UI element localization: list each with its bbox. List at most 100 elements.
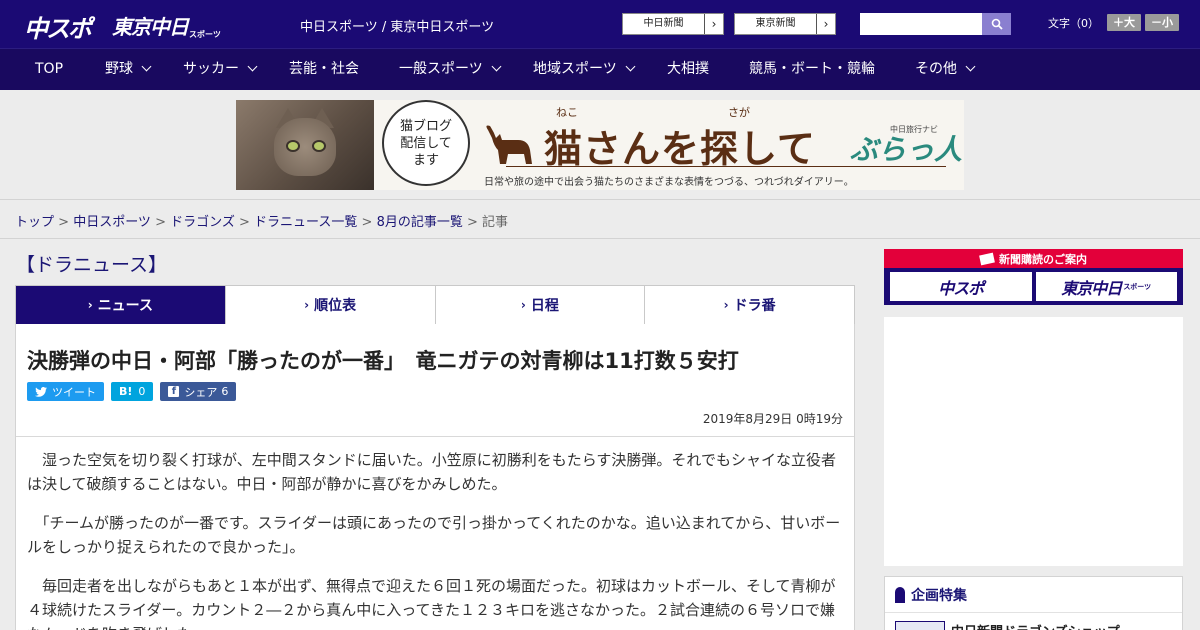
feature-thumbnail (895, 621, 945, 630)
cat-face (274, 118, 336, 176)
breadcrumb-separator: > (361, 215, 377, 230)
article-paragraph: 毎回走者を出しながらもあと１本が出ず、無得点で迎えた６回１死の場面だった。初球は… (27, 577, 836, 630)
subscription-logos: 中スポ 東京中日 スポーツ (884, 268, 1183, 305)
banner-caption: 日常や旅の途中で出会う猫たちのさまざまな表情をつづる、つれづれダイアリー。 (484, 177, 854, 188)
hatena-icon: B! (119, 385, 133, 398)
cat-blog-banner[interactable]: 猫ブログ 配信して ます ねこ さが 猫さんを探して 中日旅行ナビ ぶらっ人 日… (236, 100, 964, 190)
tab-standings[interactable]: › 順位表 (226, 286, 436, 324)
tweet-button[interactable]: ツイート (27, 382, 104, 401)
tokyo-chunichi-subscribe-link[interactable]: 東京中日 スポーツ (1035, 272, 1177, 301)
tokyo-logo-sub: スポーツ (1123, 282, 1152, 291)
tab-news[interactable]: › ニュース (16, 286, 226, 332)
publish-date: 2019年8月29日 0時19分 (702, 412, 843, 426)
chunichi-shimbun-link[interactable]: 中日新聞 › (622, 13, 724, 35)
cat-eye (312, 140, 326, 152)
feature-title: 企画特集 (911, 587, 967, 604)
nav-label: 大相撲 (667, 61, 709, 77)
breadcrumb: トップ > 中日スポーツ > ドラゴンズ > ドラニュース一覧 > 8月の記事一… (15, 211, 508, 230)
cat-photo (236, 100, 374, 190)
bubble-line: ます (412, 152, 439, 168)
site-search (860, 13, 1011, 35)
nav-item-local-sports[interactable]: 地域スポーツ (533, 49, 636, 90)
section-title: 【ドラニュース】 (16, 254, 168, 276)
social-buttons: ツイート B! 0 f シェア 6 (27, 382, 243, 401)
nav-item-baseball[interactable]: 野球 (105, 49, 152, 90)
chevron-right-icon: › (520, 298, 526, 312)
article-body: 湿った空気を切り裂く打球が、左中間スタンドに届いた。小笠原に初勝利をもたらす決勝… (27, 448, 845, 630)
breadcrumb-current: 記事 (482, 215, 509, 230)
breadcrumb-bar: トップ > 中日スポーツ > ドラゴンズ > ドラニュース一覧 > 8月の記事一… (0, 199, 1200, 239)
paper-link-label: 東京新聞 (735, 14, 817, 34)
article-headline: 決勝弾の中日・阿部「勝ったのが一番」 竜ニガテの対青柳は11打数５安打 (27, 349, 739, 373)
chevron-right-icon: › (87, 298, 93, 312)
tab-label: 順位表 (314, 298, 357, 314)
nav-item-top[interactable]: TOP (35, 49, 63, 90)
font-smaller-button[interactable]: －小 (1145, 14, 1179, 31)
share-count: 6 (221, 385, 229, 398)
nav-label: 野球 (105, 61, 133, 77)
nav-label: 芸能・社会 (289, 61, 359, 77)
tab-schedule[interactable]: › 日程 (436, 286, 646, 324)
search-button[interactable] (982, 13, 1011, 35)
chuspo-logo-text: 中スポ (938, 278, 984, 298)
chevron-down-icon (625, 61, 636, 72)
nav-label: その他 (915, 61, 957, 77)
feature-item-title: 中日新聞ドラゴンズショップ (951, 621, 1120, 630)
chevron-right-icon: › (823, 17, 829, 31)
breadcrumb-link[interactable]: ドラゴンズ (170, 215, 235, 230)
nav-label: 競馬・ボート・競輪 (749, 61, 875, 77)
banner-title: 猫さんを探して (544, 127, 816, 171)
tokyo-chunichi-logo[interactable]: 東京中日 スポーツ (112, 11, 221, 40)
nav-item-racing[interactable]: 競馬・ボート・競輪 (749, 49, 875, 90)
nav-item-soccer[interactable]: サッカー (183, 49, 258, 90)
chuspo-subscribe-link[interactable]: 中スポ (890, 272, 1032, 301)
cat-eye (286, 140, 300, 152)
chevron-right-icon: › (304, 298, 310, 312)
breadcrumb-separator: > (239, 215, 255, 230)
site-header: 中スポ 東京中日 スポーツ 中日スポーツ / 東京中日スポーツ 中日新聞 › 東… (0, 0, 1200, 48)
paper-link-label: 中日新聞 (623, 14, 705, 34)
font-size-control: 文字（0） ＋大 －小 (1048, 14, 1179, 31)
tab-label: ニュース (97, 298, 153, 314)
share-label: シェア (184, 385, 218, 399)
breadcrumb-link[interactable]: 中日スポーツ (73, 215, 151, 230)
ad-slot (884, 317, 1183, 566)
breadcrumb-link[interactable]: ドラニュース一覧 (254, 215, 357, 230)
divider (16, 436, 854, 437)
dora-tabs: › ニュース › 順位表 › 日程 › ドラ番 (15, 285, 855, 332)
breadcrumb-separator: > (466, 215, 483, 230)
banner-rule (506, 166, 946, 167)
ribbon-icon (895, 586, 905, 603)
nav-item-sumo[interactable]: 大相撲 (667, 49, 709, 90)
tab-doraban[interactable]: › ドラ番 (645, 286, 854, 324)
breadcrumb-link[interactable]: 8月の記事一覧 (377, 215, 463, 230)
speech-bubble: 猫ブログ 配信して ます (382, 100, 470, 186)
search-input[interactable] (860, 13, 982, 35)
chuspo-logo[interactable]: 中スポ (24, 9, 92, 44)
article-paragraph: 湿った空気を切り裂く打球が、左中間スタンドに届いた。小笠原に初勝利をもたらす決勝… (27, 451, 836, 493)
nav-item-other[interactable]: その他 (915, 49, 976, 90)
nav-item-entertainment[interactable]: 芸能・社会 (289, 49, 359, 90)
chuspo-logo-text: 中スポ (24, 15, 92, 43)
breadcrumb-link[interactable]: トップ (15, 215, 54, 230)
tweet-label: ツイート (52, 385, 96, 399)
tokyo-logo-sub: スポーツ (189, 30, 221, 39)
feature-header: 企画特集 (885, 577, 1182, 613)
font-bigger-button[interactable]: ＋大 (1107, 14, 1141, 31)
facebook-share-button[interactable]: f シェア 6 (160, 382, 237, 401)
tokyo-shimbun-link[interactable]: 東京新聞 › (734, 13, 836, 35)
chevron-right-icon: › (711, 17, 717, 31)
chevron-down-icon (141, 61, 152, 72)
bubble-line: 猫ブログ (399, 118, 452, 134)
tab-label: ドラ番 (733, 298, 776, 314)
nav-item-general-sports[interactable]: 一般スポーツ (399, 49, 502, 90)
bubble-line: 配信して (400, 135, 452, 151)
article-paragraph: 「チームが勝ったのが一番です。スライダーは頭にあったので引っ掛かってくれたのかな… (27, 514, 841, 556)
subscription-header[interactable]: 新聞購読のご案内 (884, 249, 1183, 268)
nav-label: 地域スポーツ (533, 61, 617, 77)
tokyo-logo-text: 東京中日 (1061, 278, 1122, 298)
chevron-right-icon: › (723, 298, 729, 312)
tokyo-logo-text: 東京中日 (112, 15, 189, 39)
hatena-bookmark-button[interactable]: B! 0 (111, 382, 154, 401)
feature-item[interactable]: 中日新聞ドラゴンズショップ (895, 621, 1120, 630)
